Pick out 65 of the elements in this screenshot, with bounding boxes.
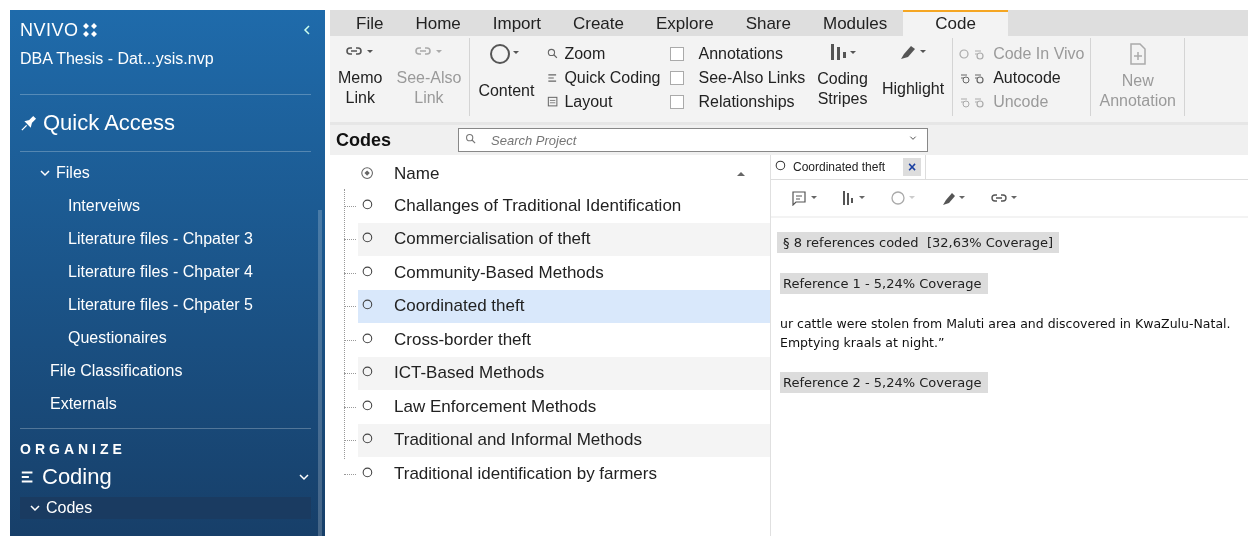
checkbox-label: Annotations [698,45,783,63]
document-plus-icon [1127,42,1148,66]
reference-heading: Reference 1 - 5,24% Coverage [780,273,988,294]
ribbon-button[interactable]: Highlight [877,38,949,116]
code-name: Challanges of Traditional Identification [394,195,682,216]
ribbon-button[interactable]: Zoom [546,42,661,66]
code-name: Traditional identification by farmers [394,463,657,484]
coverage-summary: § 8 references coded [32,63% Coverage] [777,232,1059,253]
chevron-icon [299,472,309,482]
pin-icon [20,114,37,132]
nav-item[interactable]: Interveiws [20,189,325,222]
nav-item[interactable]: Literature files - Chpater 3 [20,222,325,255]
sort-icon [736,169,746,179]
column-header[interactable]: Name [394,164,718,184]
checkbox[interactable] [670,95,685,109]
nav-group[interactable]: Coding [42,464,112,490]
checkbox[interactable] [670,71,685,85]
scrollbar[interactable] [318,210,322,536]
nav-item[interactable]: Questionaires [20,321,325,354]
quick-access-heading: Quick Access [43,110,176,136]
nav-item[interactable]: Codes [20,497,311,519]
logo-text: NVIVO [20,19,79,41]
add-circle-icon [360,166,376,182]
nav-item[interactable]: File Classifications [20,354,325,387]
checkbox[interactable] [670,47,685,61]
project-name: DBA Thesis - Dat...ysis.nvp [20,50,215,68]
close-button[interactable]: × [903,158,922,176]
layout-icon [546,95,561,109]
code-name: Commercialisation of theft [394,229,591,250]
chevron-icon [40,167,50,178]
collapse-icon [303,24,311,36]
search-field[interactable]: Search Project [489,131,899,149]
ribbon-tab[interactable]: Code [903,10,1008,36]
chevron-icon [30,503,40,513]
nav-item[interactable]: Externals [20,387,325,420]
code-name: Coordinated theft [394,296,525,317]
nav-item[interactable]: Files [20,156,325,189]
ribbon-tab[interactable]: Create [556,10,640,36]
ribbon-tab[interactable]: Import [476,10,557,36]
checkbox-label: Relationships [698,93,795,111]
ribbon-button[interactable]: Quick Coding [546,66,661,90]
section-heading: ORGANIZE [20,440,127,457]
ribbon-tab[interactable]: Home [399,10,477,36]
panel-title: Codes [335,129,392,151]
nav-item[interactable]: Literature files - Chpater 5 [20,288,325,321]
ribbon-button[interactable]: Autocode [959,66,1085,90]
ribbon-button[interactable]: Layout [546,90,661,114]
code-name: Cross-border theft [394,329,531,350]
ribbon-tab[interactable]: File [340,10,400,36]
ribbon-button[interactable]: Memo Link [334,38,387,116]
ribbon-tab[interactable]: Modules [807,10,904,36]
ribbon-tab[interactable]: Explore [640,10,730,36]
code-name: ICT-Based Methods [394,363,545,384]
ribbon-button[interactable]: Coding Stripes [813,38,872,116]
code-name: Traditional and Informal Methods [394,430,642,451]
ribbon-button[interactable]: Content [474,38,539,116]
tab-label: Coordinated theft [793,160,886,174]
quoted-text: ur cattle were stolen from Maluti area and discovered in KwaZulu-Natal. Emptying kraals at night.” [780,315,1232,352]
ribbon-tab[interactable]: Share [729,10,807,36]
code-name: Community-Based Methods [394,262,604,283]
nav-item[interactable]: Literature files - Chpater 4 [20,255,325,288]
checkbox-label: See-Also Links [698,69,806,87]
reference-heading: Reference 2 - 5,24% Coverage [780,372,988,393]
code-name: Law Enforcement Methods [394,396,597,417]
search-box[interactable]: Search Project [458,128,928,152]
